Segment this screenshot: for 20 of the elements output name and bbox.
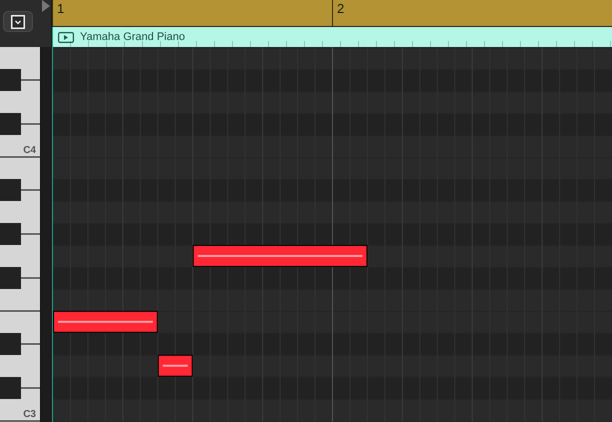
octave-label: C4 xyxy=(23,145,36,156)
caret-icon xyxy=(11,14,25,28)
sharp-key xyxy=(0,377,21,399)
sharp-key xyxy=(0,333,21,355)
triangle-icon xyxy=(42,0,50,12)
octave-label: C3 xyxy=(23,409,36,420)
sharp-key xyxy=(0,223,21,245)
midi-note[interactable] xyxy=(158,354,193,377)
sharp-key xyxy=(0,113,21,135)
sharp-key xyxy=(0,69,21,91)
sharp-key xyxy=(0,267,21,289)
bar-number: 1 xyxy=(52,0,332,26)
midi-note[interactable] xyxy=(53,310,158,333)
bar-number: 2 xyxy=(332,0,612,26)
midi-note[interactable] xyxy=(192,244,368,267)
sharp-key xyxy=(0,179,21,201)
view-menu-button[interactable] xyxy=(3,11,33,32)
region-name: Yamaha Grand Piano xyxy=(80,31,185,43)
region-header[interactable]: Yamaha Grand Piano xyxy=(52,27,612,47)
play-icon xyxy=(58,32,74,42)
